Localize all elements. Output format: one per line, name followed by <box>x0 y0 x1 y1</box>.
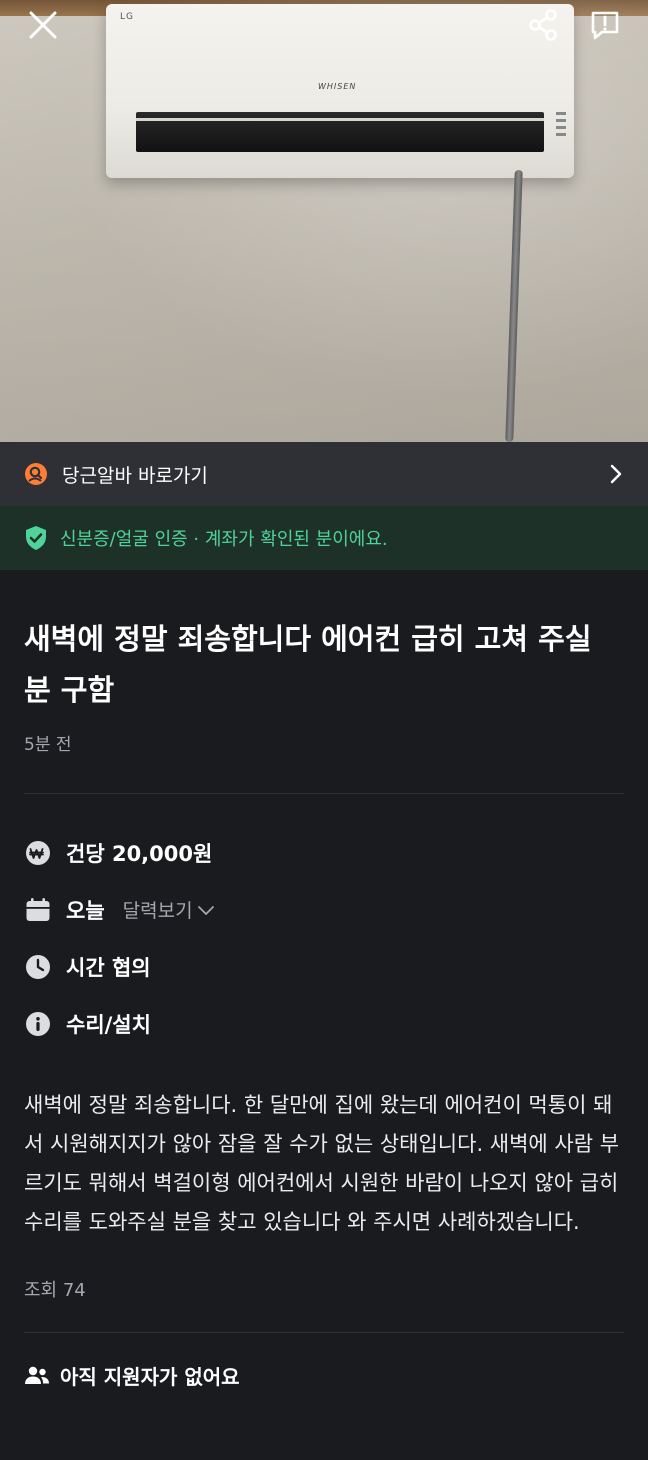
report-icon <box>591 11 619 40</box>
divider <box>24 793 624 794</box>
date-text: 오늘 <box>66 898 105 923</box>
clock-icon <box>24 953 52 981</box>
shield-check-icon <box>26 526 46 550</box>
ac-model-logo: WHISEN <box>318 82 357 91</box>
ac-indicator-lights <box>556 112 566 136</box>
calendar-link-label: 달력보기 <box>122 900 193 922</box>
category-text: 수리/설치 <box>66 1012 151 1037</box>
listing-photo[interactable]: LG WHISEN <box>0 0 648 442</box>
view-count: 조회 74 <box>24 1280 86 1301</box>
pay-row: 건당 20,000원 <box>24 824 624 881</box>
chevron-down-icon <box>197 905 214 915</box>
close-button[interactable] <box>20 4 66 46</box>
post-description: 새벽에 정말 죄송합니다. 한 달만에 집에 왔는데 에어컨이 먹통이 돼서 시… <box>24 1093 620 1234</box>
share-icon <box>529 9 557 41</box>
close-icon <box>29 11 57 39</box>
time-text: 시간 협의 <box>66 955 151 980</box>
info-icon <box>24 1010 52 1038</box>
calendar-link[interactable]: 달력보기 <box>123 896 215 923</box>
ac-vent-flap <box>136 118 544 121</box>
ac-brand-logo: LG <box>120 12 134 22</box>
category-row: 수리/설치 <box>24 995 624 1052</box>
job-shortcut-banner[interactable]: 당근알바 바로가기 <box>0 442 648 506</box>
post-title: 새벽에 정말 죄송합니다 에어컨 급히 고쳐 주실 분 구함 <box>24 622 592 707</box>
pay-text: 건당 20,000원 <box>66 841 213 866</box>
verification-banner: 신분증/얼굴 인증 · 계좌가 확인된 분이에요. <box>0 506 648 570</box>
verification-label: 신분증/얼굴 인증 · 계좌가 확인된 분이에요. <box>60 529 388 550</box>
job-search-icon <box>25 463 47 485</box>
job-info-list: 건당 20,000원 오늘 달력보기 시간 협의 수리/설치 <box>24 824 624 1052</box>
calendar-icon <box>24 896 52 924</box>
chevron-right-icon <box>610 464 622 484</box>
posted-time: 5분 전 <box>24 735 72 755</box>
date-row: 오늘 달력보기 <box>24 881 624 938</box>
time-row: 시간 협의 <box>24 938 624 995</box>
job-shortcut-label: 당근알바 바로가기 <box>62 464 208 487</box>
won-icon <box>24 839 52 867</box>
applicants-text: 아직 지원자가 없어요 <box>60 1365 240 1389</box>
people-icon <box>25 1366 49 1384</box>
divider <box>24 1332 624 1333</box>
post-content: 새벽에 정말 죄송합니다 에어컨 급히 고쳐 주실 분 구함 5분 전 건당 2… <box>24 570 624 1390</box>
share-button[interactable] <box>520 4 566 46</box>
applicants-status: 아직 지원자가 없어요 <box>24 1361 624 1390</box>
report-button[interactable] <box>582 4 628 46</box>
air-conditioner-unit: LG WHISEN <box>106 4 574 178</box>
